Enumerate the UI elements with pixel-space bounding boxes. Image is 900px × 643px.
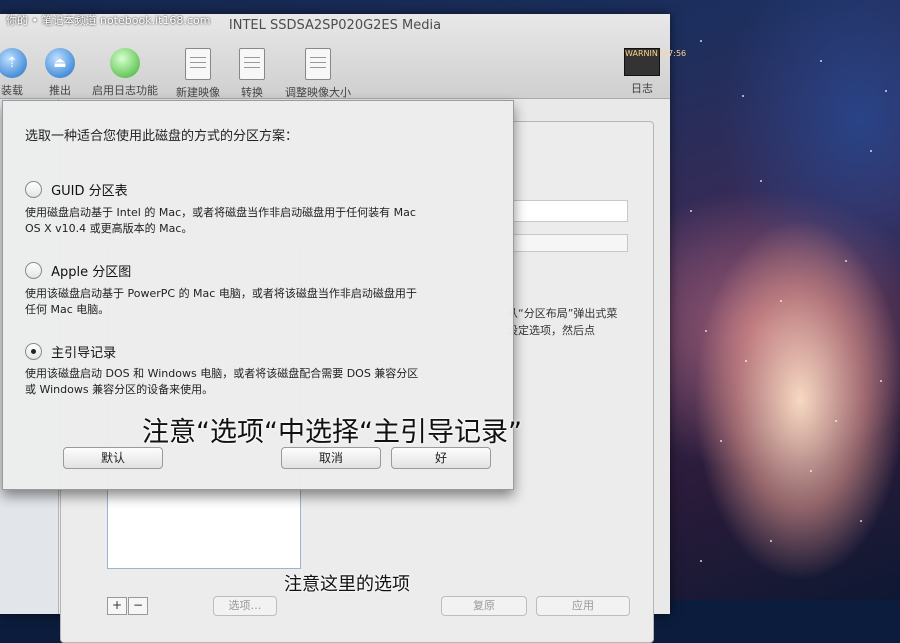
radio-button[interactable]: [25, 181, 42, 198]
description-line: 使用磁盘启动基于 Intel 的 Mac，或者将磁盘当作非启动磁盘用于任何装有 …: [25, 206, 416, 219]
log-icon: WARNIN 9:7:56: [624, 48, 686, 76]
convert-icon: [239, 48, 265, 80]
option-label: GUID 分区表: [51, 184, 128, 199]
option-guid[interactable]: GUID 分区表: [25, 179, 128, 199]
options-button[interactable]: 选项…: [213, 596, 277, 616]
option-label: 主引导记录: [51, 346, 117, 361]
description-line: OS X v10.4 或更高版本的 Mac。: [25, 222, 193, 235]
sheet-prompt: 选取一种适合您使用此磁盘的方式的分区方案：: [25, 129, 299, 144]
radio-button-selected[interactable]: [25, 343, 42, 360]
toolbar-resize-image-button[interactable]: 调整映像大小: [280, 48, 356, 100]
option-label: Apple 分区图: [51, 265, 132, 280]
description-line: 使用该磁盘启动 DOS 和 Windows 电脑，或者将该磁盘配合需要 DOS …: [25, 367, 419, 380]
toolbar-mount-button[interactable]: ⇡ 装载: [0, 48, 30, 98]
new-image-icon: [185, 48, 211, 80]
partition-info-text: 从“分区布局”弹出式菜 设定选项，然后点: [507, 305, 617, 339]
watermark: 你的 • 笔记本频道 notebook.it168.com: [6, 14, 211, 27]
toolbar-journaling-button[interactable]: 启用日志功能: [88, 48, 162, 98]
option-description: 使用该磁盘启动 DOS 和 Windows 电脑，或者将该磁盘配合需要 DOS …: [25, 366, 475, 398]
toolbar-label: 转换: [241, 86, 263, 99]
toolbar-eject-button[interactable]: ⏏ 推出: [42, 48, 78, 98]
toolbar-convert-button[interactable]: 转换: [234, 48, 270, 100]
toolbar-new-image-button[interactable]: 新建映像: [171, 48, 225, 100]
partition-info-line: 设定选项，然后点: [507, 324, 595, 337]
resize-image-icon: [305, 48, 331, 80]
description-line: 或 Windows 兼容分区的设备来使用。: [25, 383, 214, 396]
annotation-main: 注意“选项“中选择“主引导记录”: [142, 417, 522, 448]
toolbar-label: 启用日志功能: [92, 84, 158, 97]
journaling-icon: [110, 48, 140, 78]
annotation-options-hint: 注意这里的选项: [284, 574, 410, 595]
option-description: 使用该磁盘启动基于 PowerPC 的 Mac 电脑，或者将该磁盘当作非启动磁盘…: [25, 286, 475, 318]
default-button[interactable]: 默认: [63, 447, 163, 469]
toolbar-label: 推出: [49, 84, 71, 97]
option-master-boot-record[interactable]: 主引导记录: [25, 341, 116, 361]
eject-icon: ⏏: [45, 48, 75, 78]
toolbar-label: 新建映像: [176, 86, 220, 99]
toolbar-label: 调整映像大小: [285, 86, 351, 99]
toolbar-log-button[interactable]: WARNIN 9:7:56 日志: [622, 48, 686, 96]
revert-button[interactable]: 复原: [441, 596, 527, 616]
description-line: 任何 Mac 电脑。: [25, 303, 110, 316]
radio-button[interactable]: [25, 262, 42, 279]
ok-button[interactable]: 好: [391, 447, 491, 469]
option-description: 使用磁盘启动基于 Intel 的 Mac，或者将磁盘当作非启动磁盘用于任何装有 …: [25, 205, 475, 237]
description-line: 使用该磁盘启动基于 PowerPC 的 Mac 电脑，或者将该磁盘当作非启动磁盘…: [25, 287, 417, 300]
partition-info-line: 从“分区布局”弹出式菜: [507, 307, 618, 320]
mount-icon: ⇡: [0, 48, 27, 78]
toolbar-label: 装载: [1, 84, 23, 97]
option-apple-partition-map[interactable]: Apple 分区图: [25, 260, 131, 280]
apply-button[interactable]: 应用: [536, 596, 630, 616]
toolbar-label: 日志: [631, 82, 653, 95]
cancel-button[interactable]: 取消: [281, 447, 381, 469]
